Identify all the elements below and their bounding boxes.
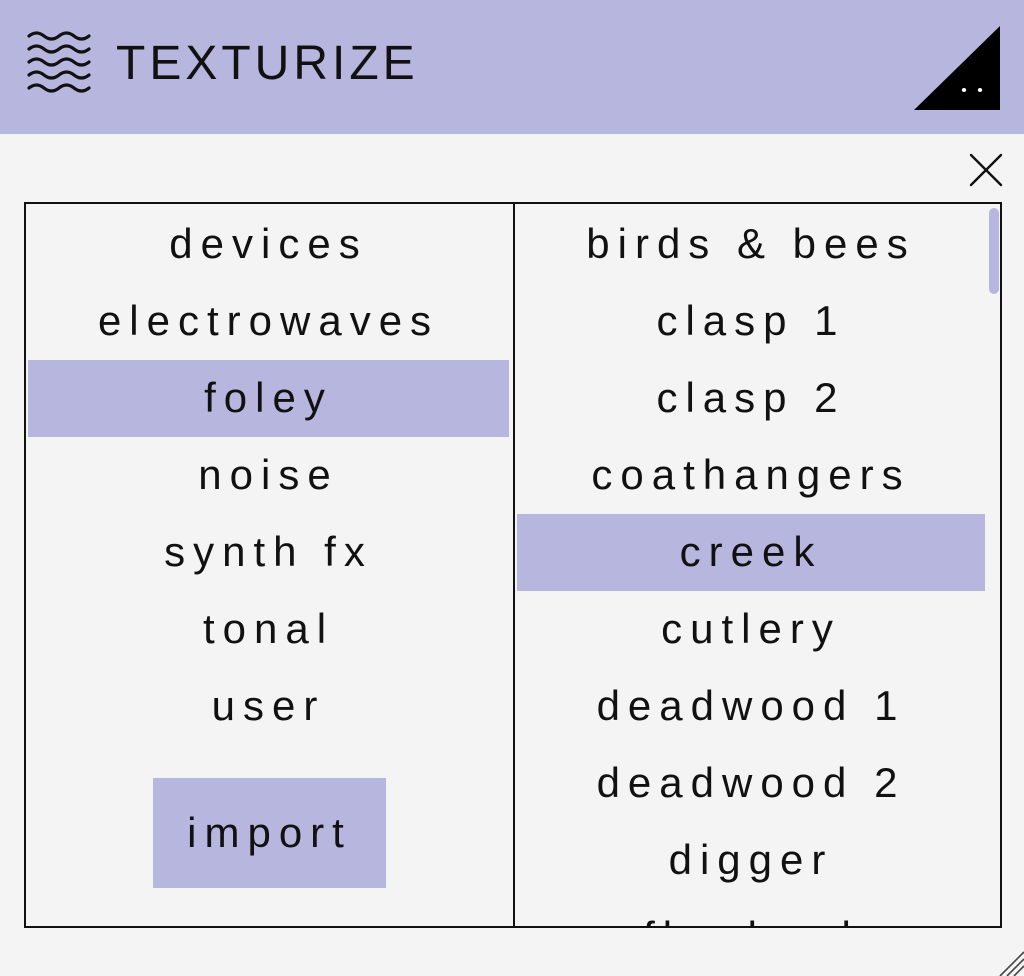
waves-icon [27, 31, 91, 93]
triangle-badge-icon[interactable] [912, 24, 1002, 112]
category-item-foley[interactable]: foley [28, 360, 509, 437]
preset-item-deadwood-2[interactable]: deadwood 2 [517, 745, 985, 822]
category-list: devices electrowaves foley noise synth f… [28, 206, 509, 745]
preset-item-clasp-2[interactable]: clasp 2 [517, 360, 985, 437]
app-header: TEXTURIZE [0, 0, 1024, 134]
category-item-noise[interactable]: noise [28, 437, 509, 514]
category-item-tonal[interactable]: tonal [28, 591, 509, 668]
resize-grip-icon[interactable] [998, 950, 1024, 976]
preset-browser: devices electrowaves foley noise synth f… [24, 202, 1002, 928]
preset-item-cutlery[interactable]: cutlery [517, 591, 985, 668]
preset-column: birds & bees clasp 1 clasp 2 coathangers… [515, 204, 1000, 926]
preset-item-birds-and-bees[interactable]: birds & bees [517, 206, 985, 283]
close-icon[interactable] [966, 150, 1006, 190]
preset-item-creek[interactable]: creek [517, 514, 985, 591]
preset-scrollbar[interactable] [989, 208, 999, 294]
preset-item-coathangers[interactable]: coathangers [517, 437, 985, 514]
import-button[interactable]: import [153, 778, 386, 888]
preset-item-flywheel[interactable]: flywheel [517, 899, 985, 926]
preset-item-clasp-1[interactable]: clasp 1 [517, 283, 985, 360]
category-item-user[interactable]: user [28, 668, 509, 745]
preset-item-deadwood-1[interactable]: deadwood 1 [517, 668, 985, 745]
category-column: devices electrowaves foley noise synth f… [26, 204, 513, 926]
preset-list: birds & bees clasp 1 clasp 2 coathangers… [517, 206, 985, 926]
category-item-electrowaves[interactable]: electrowaves [28, 283, 509, 360]
app-title: TEXTURIZE [116, 37, 419, 90]
preset-item-digger[interactable]: digger [517, 822, 985, 899]
category-item-devices[interactable]: devices [28, 206, 509, 283]
category-item-synth-fx[interactable]: synth fx [28, 514, 509, 591]
